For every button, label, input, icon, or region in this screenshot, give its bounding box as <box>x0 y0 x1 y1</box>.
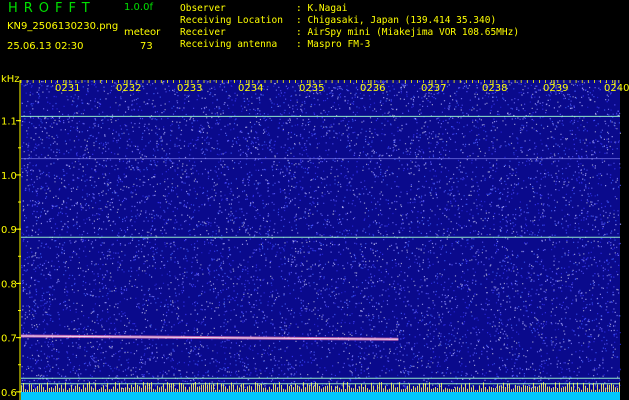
y-tick-label: 1.0 <box>1 171 17 182</box>
y-axis-label: kHz <box>1 75 20 85</box>
meta-label-receiver: Receiver <box>180 27 226 38</box>
x-tick-label: 0232 <box>116 83 141 94</box>
y-tick-label: 0.6 <box>1 388 17 399</box>
x-tick-label: 0233 <box>177 83 202 94</box>
meta-value-observer: : K.Nagai <box>296 3 348 14</box>
meta-value-receiver: : AirSpy mini (Miakejima VOR 108.65MHz) <box>296 27 520 38</box>
datetime-label: 25.06.13 02:30 <box>7 41 84 52</box>
spectrogram-area: 1.1 1.0 0.9 0.8 0.7 0.6 0231 0232 0233 0234 0235 0… <box>0 75 629 400</box>
count-label: 73 <box>140 41 153 52</box>
x-tick-label: 0236 <box>360 83 385 94</box>
meta-label-antenna: Receiving antenna <box>180 39 278 50</box>
meta-value-location: : Chigasaki, Japan (139.414 35.340) <box>296 15 497 26</box>
filename-label: KN9_2506130230.png <box>7 21 119 32</box>
x-tick-label: 0237 <box>421 83 446 94</box>
meta-label-observer: Observer <box>180 3 226 14</box>
meta-label-location: Receiving Location <box>180 15 283 26</box>
version-label: 1.0.0f <box>124 2 153 13</box>
mode-label: meteor <box>124 27 161 38</box>
x-tick-label: 0231 <box>55 83 80 94</box>
spectrogram-field <box>21 80 620 400</box>
x-tick-label: 0238 <box>482 83 507 94</box>
y-tick-label: 0.8 <box>1 279 17 290</box>
y-tick-label: 1.1 <box>1 117 17 128</box>
y-tick-label: 0.9 <box>1 225 17 236</box>
y-tick-label: 0.7 <box>1 334 17 345</box>
spectrogram-plot: 1.1 1.0 0.9 0.8 0.7 0.6 0231 0232 0233 0234 0235 0… <box>0 75 629 400</box>
baseline-strip <box>21 392 620 400</box>
x-tick-label: 0240 <box>604 83 629 94</box>
x-tick-label: 0239 <box>543 83 568 94</box>
x-tick-label: 0235 <box>299 83 324 94</box>
app-name: HROFFT <box>8 1 96 16</box>
header-panel: HROFFT 1.0.0f KN9_2506130230.png meteor … <box>0 0 629 75</box>
x-tick-label: 0234 <box>238 83 263 94</box>
meta-value-antenna: : Maspro FM-3 <box>296 39 371 50</box>
